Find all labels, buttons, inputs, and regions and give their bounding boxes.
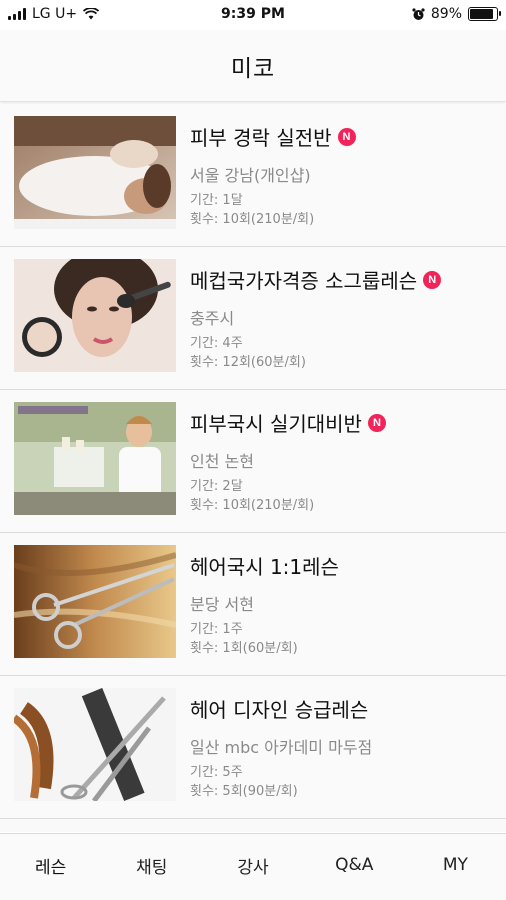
lesson-list[interactable]: 피부 경락 실전반 N 서울 강남(개인샵) 기간: 1달 횟수: 10회(21… [0, 104, 506, 832]
battery-fill [470, 9, 494, 19]
lesson-title-text: 헤어국시 1:1레슨 [190, 555, 339, 579]
lesson-location: 분당 서현 [190, 595, 254, 614]
page-title: 미코 [230, 55, 276, 82]
lesson-location: 일산 mbc 아카데미 마두점 [190, 738, 373, 757]
status-right: 89% [412, 6, 501, 22]
lesson-title[interactable]: 헤어 디자인 승급레슨 [190, 694, 368, 723]
lesson-item[interactable]: 헤어국시 1:1레슨 분당 서현 기간: 1주 횟수: 1회(60분/회) [0, 533, 506, 676]
lesson-title-text: 피부국시 실기대비반 [190, 412, 362, 436]
tab-chat[interactable]: 채팅 [101, 834, 202, 900]
lesson-title[interactable]: 메컵국가자격증 소그룹레슨 N [190, 265, 442, 294]
hair-scissors-photo [14, 545, 176, 658]
lesson-location: 서울 강남(개인샵) [190, 166, 311, 185]
lesson-item[interactable]: 헤어 디자인 승급레슨 일산 mbc 아카데미 마두점 기간: 5주 횟수: 5… [0, 676, 506, 819]
lesson-count: 횟수: 10회(210분/회) [190, 498, 315, 513]
makeup-model-photo [14, 259, 176, 372]
lesson-title[interactable]: 헤어국시 1:1레슨 [190, 551, 339, 580]
tab-instructor[interactable]: 강사 [202, 834, 303, 900]
skincare-instructor-photo [14, 402, 176, 515]
lesson-period: 기간: 1주 [190, 622, 243, 637]
new-badge: N [423, 270, 442, 289]
tab-my[interactable]: MY [405, 834, 506, 900]
lesson-count: 횟수: 1회(60분/회) [190, 641, 298, 656]
new-badge: N [367, 413, 386, 432]
lesson-title-text: 헤어 디자인 승급레슨 [190, 698, 369, 722]
app-header: 미코 [0, 30, 506, 102]
tab-qna[interactable]: Q&A [304, 834, 405, 900]
lesson-location: 충주시 [190, 309, 235, 328]
lesson-count: 횟수: 10회(210분/회) [190, 212, 315, 227]
lesson-title-text: 피부 경락 실전반 [190, 126, 332, 150]
bottom-tab-bar: 레슨 채팅 강사 Q&A MY [0, 833, 506, 900]
hair-cut-tools-photo [14, 688, 176, 801]
spa-massage-photo [14, 116, 176, 229]
lesson-count: 횟수: 12회(60분/회) [190, 355, 306, 370]
tab-lesson[interactable]: 레슨 [0, 834, 101, 900]
lesson-period: 기간: 5주 [190, 765, 243, 780]
lesson-period: 기간: 1달 [190, 193, 243, 208]
lesson-item[interactable]: 메컵국가자격증 소그룹레슨 N 충주시 기간: 4주 횟수: 12회(60분/회… [0, 247, 506, 390]
lesson-period: 기간: 4주 [190, 336, 243, 351]
lesson-item[interactable]: 피부 경락 실전반 N 서울 강남(개인샵) 기간: 1달 횟수: 10회(21… [0, 104, 506, 247]
lesson-title[interactable]: 피부국시 실기대비반 N [190, 408, 386, 437]
lesson-count: 횟수: 5회(90분/회) [190, 784, 298, 799]
new-badge: N [337, 127, 356, 146]
lesson-title[interactable]: 피부 경락 실전반 N [190, 122, 356, 151]
lesson-item[interactable]: 피부국시 실기대비반 N 인천 논현 기간: 2달 횟수: 10회(210분/회… [0, 390, 506, 533]
lesson-title-text: 메컵국가자격증 소그룹레슨 [190, 269, 418, 293]
battery-icon [468, 7, 501, 21]
battery-percent: 89% [430, 6, 462, 22]
alarm-icon [412, 7, 425, 20]
lesson-period: 기간: 2달 [190, 479, 243, 494]
lesson-location: 인천 논현 [190, 452, 254, 471]
status-bar: LG U+ 9:39 PM 89% [0, 0, 506, 30]
